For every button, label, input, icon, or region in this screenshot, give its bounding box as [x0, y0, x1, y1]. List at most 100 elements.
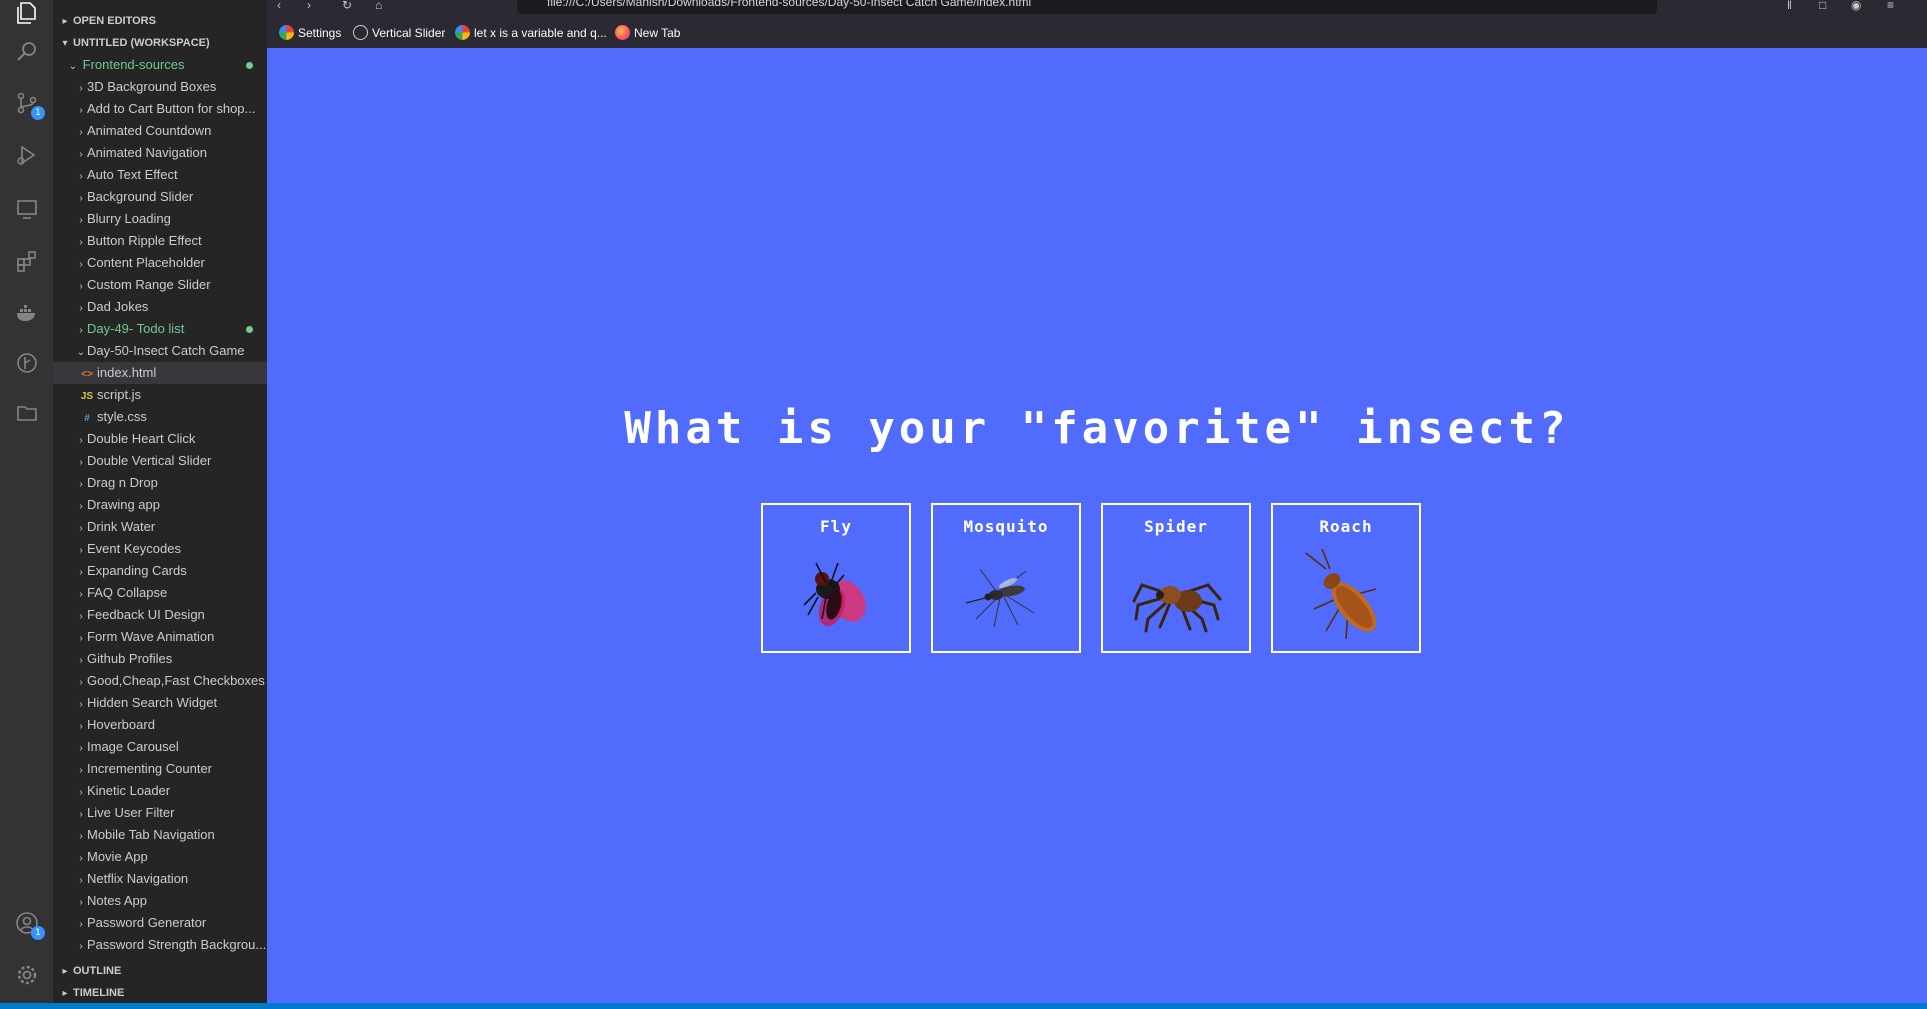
folder-item[interactable]: › Incrementing Counter — [53, 758, 267, 780]
folder-item[interactable]: › FAQ Collapse — [53, 582, 267, 604]
chevron-right-icon: ▸ — [62, 16, 68, 27]
insect-name: Mosquito — [963, 517, 1049, 536]
folder-item[interactable]: › Content Placeholder — [53, 252, 267, 274]
folder-item[interactable]: › Notes App — [53, 890, 267, 912]
insect-card-mosquito[interactable]: Mosquito — [931, 503, 1081, 653]
folder-item[interactable]: › Github Profiles — [53, 648, 267, 670]
chevron-right-icon: › — [79, 435, 83, 446]
chevron-right-icon: › — [79, 523, 83, 534]
folder-item[interactable]: › Day-49- Todo list — [53, 318, 267, 340]
chevron-right-icon: › — [79, 919, 83, 930]
docker-icon[interactable] — [14, 300, 40, 326]
folder-item[interactable]: › Double Heart Click — [53, 428, 267, 450]
workspace-section[interactable]: ▾ UNTITLED (WORKSPACE) — [53, 32, 267, 54]
bookmark-vertical-slider[interactable]: Vertical Slider — [353, 24, 445, 42]
folder-item[interactable]: › Password Generator — [53, 912, 267, 934]
insect-card-fly[interactable]: Fly — [761, 503, 911, 653]
css-file-icon: # — [84, 413, 90, 424]
folder-item[interactable]: › Dad Jokes — [53, 296, 267, 318]
folder-item[interactable]: › Mobile Tab Navigation — [53, 824, 267, 846]
folder-item[interactable]: ⌄ Day-50-Insect Catch Game — [53, 340, 267, 362]
insect-card-roach[interactable]: Roach — [1271, 503, 1421, 653]
extensions-icon[interactable] — [14, 248, 40, 274]
folder-item[interactable]: › Animated Countdown — [53, 120, 267, 142]
folder-item[interactable]: › Drag n Drop — [53, 472, 267, 494]
menu-icon[interactable]: ≡ — [1887, 0, 1903, 12]
browser-toolbar: ‹ › ↻ ⌂ file:///C:/Users/Manish/Download… — [267, 0, 1927, 16]
folder-item[interactable]: › Background Slider — [53, 186, 267, 208]
file-item[interactable]: JS script.js — [53, 384, 267, 406]
browser-window: ‹ › ↻ ⌂ file:///C:/Users/Manish/Download… — [267, 0, 1927, 1009]
folder-item[interactable]: › Form Wave Animation — [53, 626, 267, 648]
file-item[interactable]: <> index.html — [53, 362, 267, 384]
bookmark-let-x[interactable]: let x is a variable and q... — [455, 24, 607, 42]
folder-item[interactable]: › Kinetic Loader — [53, 780, 267, 802]
tree-item-label: Movie App — [87, 849, 148, 864]
home-icon[interactable]: ⌂ — [375, 0, 391, 12]
accounts-icon[interactable]: 1 — [14, 910, 45, 940]
explorer-icon[interactable] — [14, 0, 40, 26]
git-graph-icon[interactable] — [14, 350, 40, 376]
chevron-down-icon: ⌄ — [68, 61, 78, 72]
folder-item[interactable]: › Button Ripple Effect — [53, 230, 267, 252]
tree-item-label: Drink Water — [87, 519, 156, 534]
chevron-right-icon: › — [79, 149, 83, 160]
account-icon[interactable]: ◉ — [1851, 0, 1867, 12]
folder-item[interactable]: › Good,Cheap,Fast Checkboxes — [53, 670, 267, 692]
folder-root[interactable]: ⌄ Frontend-sources — [53, 54, 267, 76]
file-item[interactable]: # style.css — [53, 406, 267, 428]
folder-item[interactable]: › Password Strength Backgrou... — [53, 934, 267, 956]
page-title: What is your "favorite" insect? — [624, 403, 1570, 454]
library-icon[interactable]: ‖ — [1787, 0, 1803, 12]
reload-icon[interactable]: ↻ — [342, 0, 358, 12]
remote-explorer-icon[interactable] — [14, 196, 40, 222]
activity-bar: 1 1 — [0, 0, 53, 1009]
timeline-section[interactable]: ▸ TIMELINE — [53, 982, 267, 1004]
folder-item[interactable]: › Event Keycodes — [53, 538, 267, 560]
folder-item[interactable]: › Live User Filter — [53, 802, 267, 824]
tree-item-label: script.js — [97, 387, 142, 402]
sidebar-toggle-icon[interactable]: □ — [1819, 0, 1835, 12]
folder-item[interactable]: › Hidden Search Widget — [53, 692, 267, 714]
folder-item[interactable]: › 3D Background Boxes — [53, 76, 267, 98]
folder-item[interactable]: › Image Carousel — [53, 736, 267, 758]
tree-item-label: Feedback UI Design — [87, 607, 205, 622]
folder-item[interactable]: › Movie App — [53, 846, 267, 868]
folder-item[interactable]: › Double Vertical Slider — [53, 450, 267, 472]
source-control-icon[interactable]: 1 — [14, 90, 45, 120]
chevron-right-icon: › — [79, 567, 83, 578]
chevron-right-icon: › — [79, 325, 83, 336]
run-debug-icon[interactable] — [14, 142, 40, 168]
search-icon[interactable] — [14, 38, 40, 64]
forward-icon[interactable]: › — [307, 0, 323, 12]
tree-item-label: FAQ Collapse — [87, 585, 168, 600]
folder-item[interactable]: › Drink Water — [53, 516, 267, 538]
folder-item[interactable]: › Auto Text Effect — [53, 164, 267, 186]
insect-choices: Fly Mosquito Spider Roach — [761, 503, 1421, 653]
outline-section[interactable]: ▸ OUTLINE — [53, 960, 267, 982]
insect-name: Roach — [1319, 517, 1373, 536]
back-icon[interactable]: ‹ — [277, 0, 293, 12]
project-manager-icon[interactable] — [14, 400, 40, 426]
folder-item[interactable]: › Drawing app — [53, 494, 267, 516]
folder-item[interactable]: › Feedback UI Design — [53, 604, 267, 626]
folder-item[interactable]: › Blurry Loading — [53, 208, 267, 230]
tree-item-label: Form Wave Animation — [87, 629, 215, 644]
folder-item[interactable]: › Netflix Navigation — [53, 868, 267, 890]
chevron-right-icon: › — [79, 83, 83, 94]
mosquito-image — [965, 568, 1035, 628]
insect-card-spider[interactable]: Spider — [1101, 503, 1251, 653]
folder-item[interactable]: › Expanding Cards — [53, 560, 267, 582]
tree-item-label: Day-49- Todo list — [87, 321, 185, 336]
tree-item-label: Drag n Drop — [87, 475, 158, 490]
gear-icon[interactable] — [14, 962, 40, 988]
open-editors-section[interactable]: ▸ OPEN EDITORS — [53, 10, 267, 32]
folder-item[interactable]: › Custom Range Slider — [53, 274, 267, 296]
chevron-right-icon: › — [79, 677, 83, 688]
folder-item[interactable]: › Add to Cart Button for shop... — [53, 98, 267, 120]
bookmark-new-tab[interactable]: New Tab — [615, 24, 680, 42]
bookmark-settings[interactable]: Settings — [279, 24, 341, 42]
folder-item[interactable]: › Animated Navigation — [53, 142, 267, 164]
folder-item[interactable]: › Hoverboard — [53, 714, 267, 736]
url-bar[interactable]: file:///C:/Users/Manish/Downloads/Fronte… — [517, 0, 1657, 14]
